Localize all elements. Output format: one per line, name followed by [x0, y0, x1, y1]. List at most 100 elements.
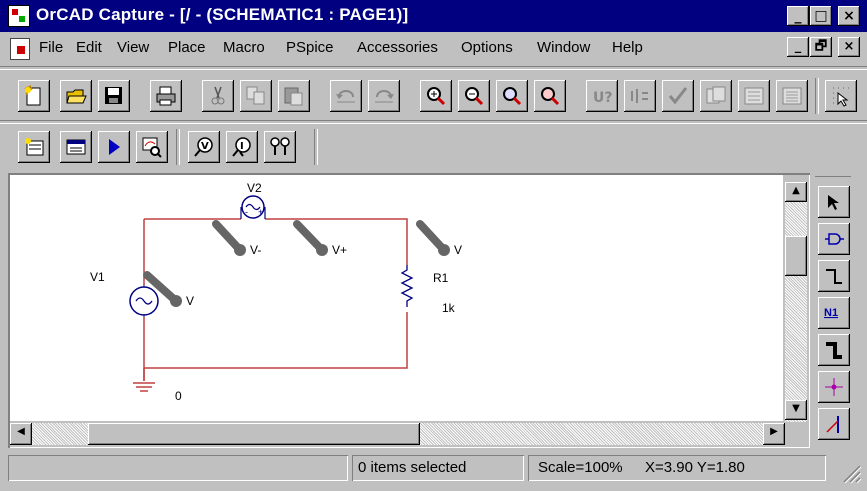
place-part-icon [825, 233, 844, 245]
zoom-in-button[interactable] [420, 80, 452, 112]
r1-voltage-marker[interactable] [416, 220, 450, 256]
print-button[interactable] [150, 80, 182, 112]
scroll-up-button[interactable]: ▲ [785, 182, 807, 202]
new-document-button[interactable] [18, 80, 50, 112]
menu-accessories[interactable]: Accessories [357, 39, 438, 56]
cross-reference-button[interactable] [738, 80, 770, 112]
open-button[interactable] [60, 80, 92, 112]
current-marker-icon: I [232, 137, 251, 157]
window-title: OrCAD Capture - [/ - (SCHEMATIC1 : PAGE1… [36, 5, 409, 24]
menu-help[interactable]: Help [612, 39, 643, 56]
menu-edit[interactable]: Edit [76, 39, 102, 56]
mdi-minimize-button[interactable]: _ [787, 37, 809, 57]
cut-button[interactable] [202, 80, 234, 112]
menu-options[interactable]: Options [461, 39, 513, 56]
edit-simulation-settings-button[interactable] [60, 131, 92, 163]
cross-reference-icon [744, 87, 764, 105]
menu-file[interactable]: File [39, 39, 63, 56]
v1-source[interactable] [129, 285, 159, 317]
snap-to-grid-button[interactable] [825, 80, 857, 112]
voltage-marker-button[interactable]: V [188, 131, 220, 163]
current-marker-button[interactable]: I [226, 131, 258, 163]
place-junction-button[interactable] [818, 371, 850, 403]
run-simulation-button[interactable] [98, 131, 130, 163]
ground-symbol[interactable] [133, 368, 155, 392]
scroll-left-button[interactable]: ◀ [10, 423, 32, 445]
close-button[interactable]: × [838, 6, 860, 26]
back-annotate-button[interactable] [624, 80, 656, 112]
menu-place[interactable]: Place [168, 39, 206, 56]
undo-button[interactable] [330, 80, 362, 112]
bill-of-materials-button[interactable] [776, 80, 808, 112]
svg-text:+: + [258, 207, 263, 217]
design-rules-check-button[interactable] [662, 80, 694, 112]
v2-minus-voltage-marker[interactable] [212, 220, 246, 256]
toolbar-separator [815, 78, 819, 114]
vertical-scrollbar[interactable] [785, 182, 807, 422]
view-simulation-results-icon [142, 137, 162, 158]
copy-icon [246, 86, 265, 105]
resize-grip-icon[interactable] [840, 462, 862, 484]
status-coordinates: X=3.90 Y=1.80 [645, 459, 745, 476]
zoom-all-icon [541, 87, 560, 106]
save-icon [105, 87, 122, 104]
place-bus-entry-icon [826, 416, 839, 433]
title-bar: OrCAD Capture - [/ - (SCHEMATIC1 : PAGE1… [0, 0, 867, 32]
schematic-canvas[interactable]: - + V2 V1 R1 1k 0 V V- V+ V [10, 175, 783, 421]
r1-resistor[interactable] [400, 265, 414, 307]
undo-icon [336, 90, 355, 103]
annotate-button[interactable]: U? [586, 80, 618, 112]
place-bus-button[interactable] [818, 334, 850, 366]
paste-button[interactable] [278, 80, 310, 112]
menu-macro[interactable]: Macro [223, 39, 265, 56]
v2-ref-label: V2 [247, 181, 262, 195]
maximize-button[interactable]: □ [810, 6, 832, 26]
schematic-drawing: - + V2 V1 R1 1k 0 V V- V+ V [90, 181, 462, 403]
copy-button[interactable] [240, 80, 272, 112]
new-document-icon [24, 85, 41, 106]
new-simulation-profile-icon [25, 138, 44, 156]
voltage-marker-icon: V [194, 137, 213, 157]
scroll-right-button[interactable]: ▶ [763, 423, 785, 445]
vertical-scroll-thumb[interactable] [785, 236, 807, 276]
svg-text:U?: U? [593, 90, 613, 106]
mdi-close-button[interactable]: × [838, 37, 860, 57]
svg-text:-: - [245, 207, 248, 217]
redo-button[interactable] [368, 80, 400, 112]
wire-bottom [144, 312, 408, 369]
netlist-icon [706, 86, 726, 104]
document-icon[interactable] [10, 38, 30, 60]
menu-view[interactable]: View [117, 39, 149, 56]
status-selection: 0 items selected [352, 455, 524, 481]
place-bus-entry-button[interactable] [818, 408, 850, 440]
new-simulation-profile-button[interactable] [18, 131, 50, 163]
save-button[interactable] [98, 80, 130, 112]
place-wire-button[interactable] [818, 260, 850, 292]
place-part-button[interactable] [818, 223, 850, 255]
menu-pspice[interactable]: PSpice [286, 39, 334, 56]
voltage-differential-marker-icon [270, 137, 290, 155]
minimize-button[interactable]: _ [787, 6, 809, 26]
select-tool-button[interactable] [818, 186, 850, 218]
voltage-differential-marker-button[interactable] [264, 131, 296, 163]
zoom-all-button[interactable] [534, 80, 566, 112]
zoom-area-button[interactable] [496, 80, 528, 112]
annotate-icon: U? [593, 90, 613, 106]
r1-ref-label: R1 [433, 271, 449, 285]
netlist-button[interactable] [700, 80, 732, 112]
net-alias-text: N1 [824, 307, 838, 319]
v2-plus-voltage-marker[interactable] [293, 220, 328, 256]
menu-window[interactable]: Window [537, 39, 590, 56]
zoom-out-button[interactable] [458, 80, 490, 112]
horizontal-scroll-thumb[interactable] [88, 423, 420, 445]
zoom-out-icon [465, 87, 484, 106]
v2-source[interactable]: - + [240, 195, 266, 219]
view-simulation-results-button[interactable] [136, 131, 168, 163]
cut-icon [211, 86, 225, 105]
scroll-down-button[interactable]: ▼ [785, 400, 807, 420]
mdi-restore-button[interactable]: 🗗 [810, 37, 832, 57]
paste-icon [284, 87, 303, 106]
ground-net-label: 0 [175, 389, 182, 403]
orcad-app-icon[interactable] [8, 5, 30, 27]
place-net-alias-button[interactable]: N1 [818, 297, 850, 329]
